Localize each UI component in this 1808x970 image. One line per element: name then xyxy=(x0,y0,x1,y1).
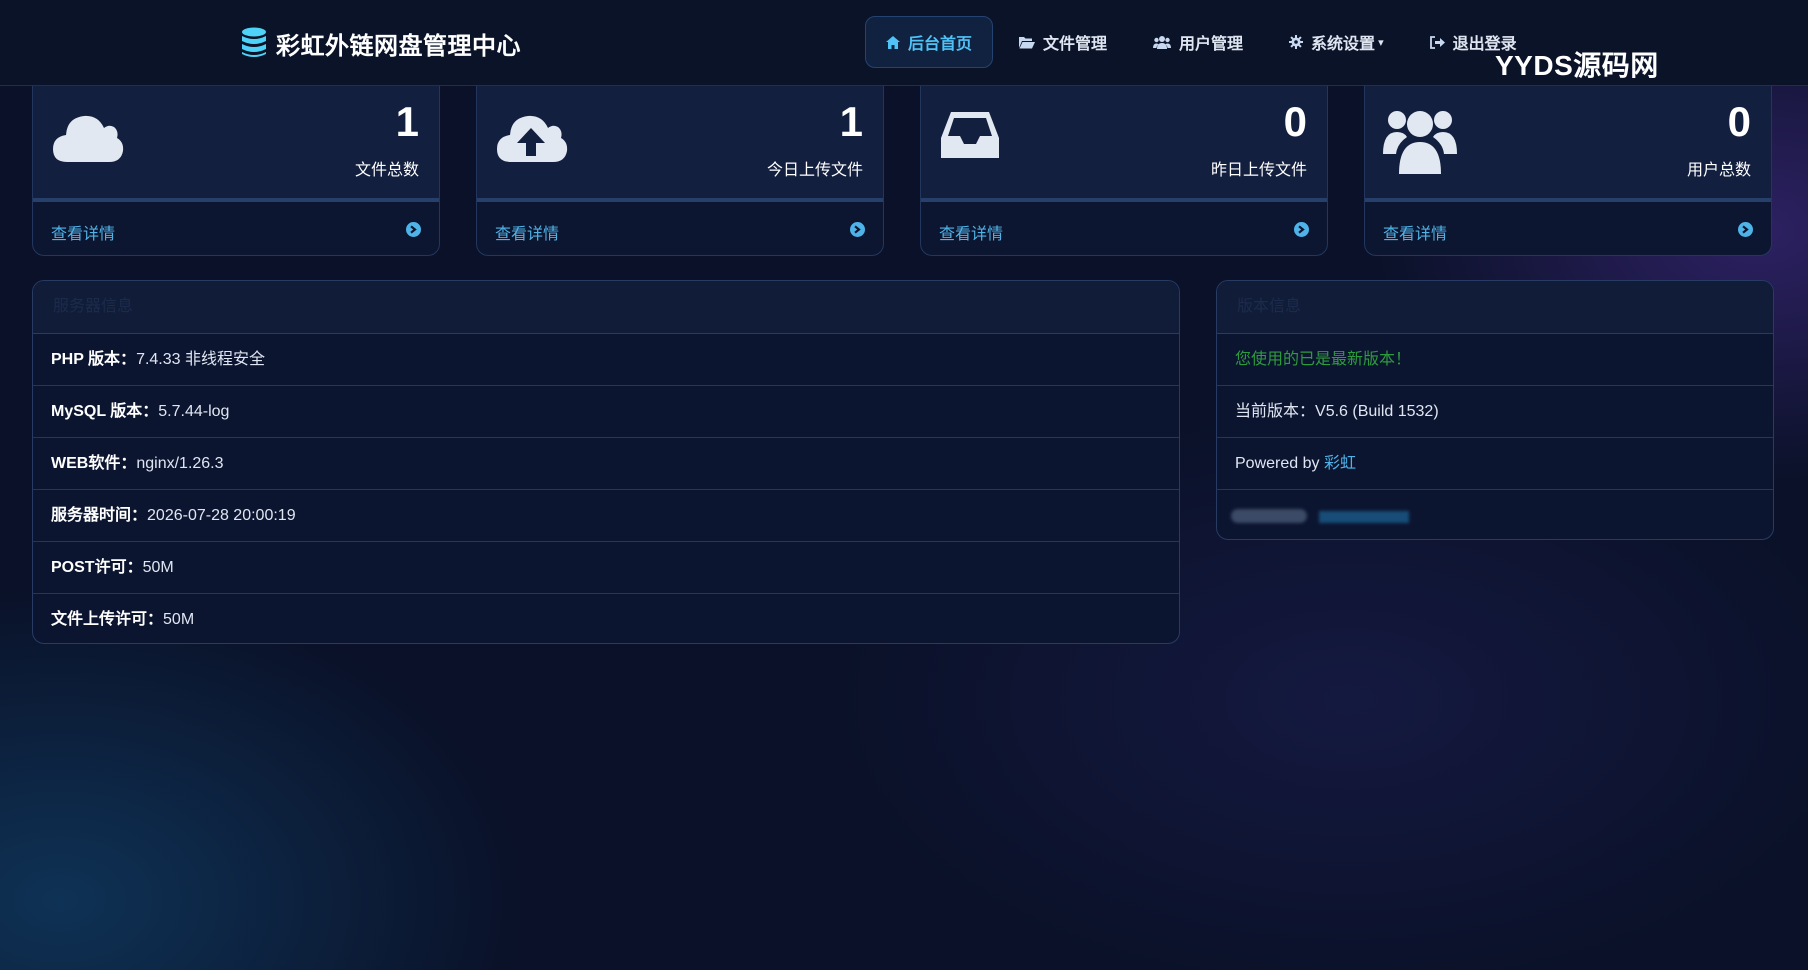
nav-label: 后台首页 xyxy=(908,36,973,53)
version-info-panel: 版本信息 您使用的已是最新版本！ 当前版本：V5.6 (Build 1532) … xyxy=(1216,280,1774,540)
stat-value: 0 xyxy=(1727,98,1751,145)
top-navbar: 彩虹外链网盘管理中心 后台首页 文件管理 用户管理 系统设置 ▾ 退出登录 YY… xyxy=(0,0,1808,86)
view-details-link[interactable]: 查看详情 xyxy=(939,220,1003,244)
home-icon xyxy=(886,35,900,49)
powered-by-row: Powered by 彩虹 xyxy=(1217,438,1773,490)
nav-item-users[interactable]: 用户管理 xyxy=(1133,16,1263,68)
inbox-icon xyxy=(941,112,999,158)
view-details-link[interactable]: 查看详情 xyxy=(51,220,115,244)
stat-card-total-files: 1 文件总数 查看详情 xyxy=(32,86,440,256)
latest-version-message: 您使用的已是最新版本！ xyxy=(1235,351,1412,368)
info-key: 文件上传许可： xyxy=(51,611,164,628)
powered-by-text: Powered by xyxy=(1235,455,1324,472)
info-row-upload: 文件上传许可：50M xyxy=(33,594,1179,643)
info-row-mysql: MySQL 版本：5.7.44-log xyxy=(33,386,1179,438)
info-key: MySQL 版本： xyxy=(51,403,159,420)
chevron-down-icon: ▾ xyxy=(1378,36,1384,49)
arrow-circle-right-icon[interactable] xyxy=(1294,222,1309,237)
panel-title: 版本信息 xyxy=(1217,281,1773,334)
brand[interactable]: 彩虹外链网盘管理中心 xyxy=(240,24,521,62)
users-icon xyxy=(1153,36,1172,49)
view-details-link[interactable]: 查看详情 xyxy=(495,220,559,244)
stat-card-yesterday-uploads: 0 昨日上传文件 查看详情 xyxy=(920,86,1328,256)
info-value: 2026-07-28 20:00:19 xyxy=(147,507,296,524)
folder-icon xyxy=(1019,36,1036,48)
logout-icon xyxy=(1429,35,1445,49)
arrow-circle-right-icon[interactable] xyxy=(1738,222,1753,237)
info-row-php: PHP 版本：7.4.33 非线程安全 xyxy=(33,334,1179,386)
info-value: V5.6 (Build 1532) xyxy=(1315,403,1439,420)
nav-label: 文件管理 xyxy=(1043,36,1108,53)
nav-item-home[interactable]: 后台首页 xyxy=(865,16,994,68)
stat-card-total-users: 0 用户总数 查看详情 xyxy=(1364,86,1772,256)
users-icon xyxy=(1383,111,1457,174)
stat-value: 0 xyxy=(1283,98,1307,145)
info-key: POST许可： xyxy=(51,559,143,576)
latest-version-row: 您使用的已是最新版本！ xyxy=(1217,334,1773,386)
info-key: PHP 版本： xyxy=(51,351,137,368)
stat-label: 用户总数 xyxy=(1686,162,1751,179)
nav-label: 用户管理 xyxy=(1179,36,1244,53)
arrow-circle-right-icon[interactable] xyxy=(406,222,421,237)
info-row-time: 服务器时间：2026-07-28 20:00:19 xyxy=(33,490,1179,542)
watermark: YYDS源码网 xyxy=(1495,50,1659,81)
info-value: 7.4.33 非线程安全 xyxy=(136,351,265,368)
info-value: 5.7.44-log xyxy=(158,403,230,420)
info-key: 当前版本： xyxy=(1235,403,1316,420)
stat-label: 昨日上传文件 xyxy=(1210,162,1307,179)
arrow-circle-right-icon[interactable] xyxy=(850,222,865,237)
database-icon xyxy=(242,27,266,57)
info-key: WEB软件： xyxy=(51,455,137,472)
info-row-web: WEB软件：nginx/1.26.3 xyxy=(33,438,1179,490)
stat-card-today-uploads: 1 今日上传文件 查看详情 xyxy=(476,86,884,256)
stat-card-body: 1 今日上传文件 xyxy=(477,86,883,202)
stat-card-body: 0 用户总数 xyxy=(1365,86,1771,202)
nav-item-settings[interactable]: 系统设置 ▾ xyxy=(1269,16,1404,68)
info-row-post: POST许可：50M xyxy=(33,542,1179,594)
current-version-row: 当前版本：V5.6 (Build 1532) xyxy=(1217,386,1773,438)
blurred-content xyxy=(1319,511,1409,523)
info-value: 50M xyxy=(142,559,174,576)
stat-card-body: 1 文件总数 xyxy=(33,86,439,202)
cloud-icon xyxy=(53,115,124,162)
stat-value: 1 xyxy=(839,98,863,145)
server-info-panel: 服务器信息 PHP 版本：7.4.33 非线程安全 MySQL 版本：5.7.4… xyxy=(32,280,1180,644)
powered-by-link[interactable]: 彩虹 xyxy=(1324,455,1356,472)
nav-label: 系统设置 xyxy=(1311,36,1376,53)
stat-label: 文件总数 xyxy=(354,162,419,179)
info-value: 50M xyxy=(163,611,195,628)
stat-card-body: 0 昨日上传文件 xyxy=(921,86,1327,202)
stat-value: 1 xyxy=(395,98,419,145)
view-details-link[interactable]: 查看详情 xyxy=(1383,220,1447,244)
info-value: nginx/1.26.3 xyxy=(136,455,224,472)
main-nav: 后台首页 文件管理 用户管理 系统设置 ▾ 退出登录 xyxy=(865,16,1543,68)
brand-title: 彩虹外链网盘管理中心 xyxy=(276,32,521,60)
panel-title: 服务器信息 xyxy=(33,281,1179,334)
info-key: 服务器时间： xyxy=(51,507,148,524)
stat-label: 今日上传文件 xyxy=(766,162,863,179)
cloud-upload-icon xyxy=(497,115,568,162)
gear-icon xyxy=(1289,35,1304,49)
blurred-content xyxy=(1231,509,1307,523)
blurred-row xyxy=(1217,490,1773,539)
nav-item-files[interactable]: 文件管理 xyxy=(999,16,1127,68)
